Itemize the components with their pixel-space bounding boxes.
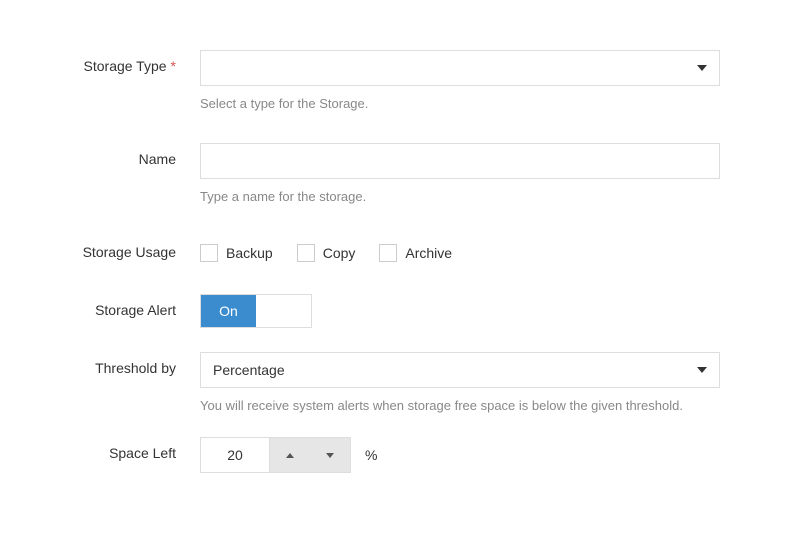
storage-type-help: Select a type for the Storage. [200, 96, 720, 111]
chevron-down-icon [697, 367, 707, 373]
toggle-on-button[interactable]: On [201, 295, 256, 327]
checkbox-box-icon [297, 244, 315, 262]
threshold-by-value: Percentage [213, 362, 697, 378]
spinner-up-button[interactable] [270, 438, 310, 472]
checkbox-archive-label: Archive [405, 245, 452, 261]
spinner-down-button[interactable] [310, 438, 350, 472]
space-left-spinner-wrap: 20 % [200, 437, 720, 473]
chevron-up-icon [286, 453, 294, 458]
storage-usage-control: Backup Copy Archive [200, 236, 720, 262]
storage-alert-label-text: Storage Alert [95, 302, 176, 318]
threshold-by-select[interactable]: Percentage [200, 352, 720, 388]
name-input[interactable] [200, 143, 720, 179]
checkbox-backup-label: Backup [226, 245, 273, 261]
name-help: Type a name for the storage. [200, 189, 720, 204]
threshold-by-help: You will receive system alerts when stor… [200, 398, 720, 413]
storage-usage-label-text: Storage Usage [83, 244, 176, 260]
space-left-spinner: 20 [200, 437, 351, 473]
chevron-down-icon [697, 65, 707, 71]
threshold-by-label-text: Threshold by [95, 360, 176, 376]
storage-type-control: Select a type for the Storage. [200, 50, 720, 111]
space-left-label: Space Left [40, 437, 200, 461]
name-control: Type a name for the storage. [200, 143, 720, 204]
storage-alert-row: Storage Alert On [40, 294, 754, 328]
checkbox-archive[interactable]: Archive [379, 244, 452, 262]
space-left-value[interactable]: 20 [201, 438, 269, 472]
threshold-by-row: Threshold by Percentage You will receive… [40, 352, 754, 413]
name-label-text: Name [139, 151, 176, 167]
toggle-off-button[interactable] [256, 295, 311, 327]
name-row: Name Type a name for the storage. [40, 143, 754, 204]
storage-usage-checkboxes: Backup Copy Archive [200, 236, 720, 262]
storage-type-label: Storage Type* [40, 50, 200, 74]
space-left-unit: % [365, 447, 377, 463]
name-label: Name [40, 143, 200, 167]
chevron-down-icon [326, 453, 334, 458]
space-left-row: Space Left 20 % [40, 437, 754, 473]
threshold-by-control: Percentage You will receive system alert… [200, 352, 720, 413]
storage-alert-toggle[interactable]: On [200, 294, 312, 328]
checkbox-copy-label: Copy [323, 245, 356, 261]
storage-alert-label: Storage Alert [40, 294, 200, 318]
storage-type-row: Storage Type* Select a type for the Stor… [40, 50, 754, 111]
required-indicator: * [171, 58, 176, 74]
storage-type-label-text: Storage Type [84, 58, 167, 74]
space-left-control: 20 % [200, 437, 720, 473]
space-left-label-text: Space Left [109, 445, 176, 461]
checkbox-box-icon [379, 244, 397, 262]
storage-type-select[interactable] [200, 50, 720, 86]
checkbox-box-icon [200, 244, 218, 262]
storage-alert-control: On [200, 294, 720, 328]
checkbox-copy[interactable]: Copy [297, 244, 356, 262]
checkbox-backup[interactable]: Backup [200, 244, 273, 262]
storage-usage-label: Storage Usage [40, 236, 200, 260]
spinner-controls [269, 438, 350, 472]
threshold-by-label: Threshold by [40, 352, 200, 376]
storage-usage-row: Storage Usage Backup Copy Archive [40, 236, 754, 262]
